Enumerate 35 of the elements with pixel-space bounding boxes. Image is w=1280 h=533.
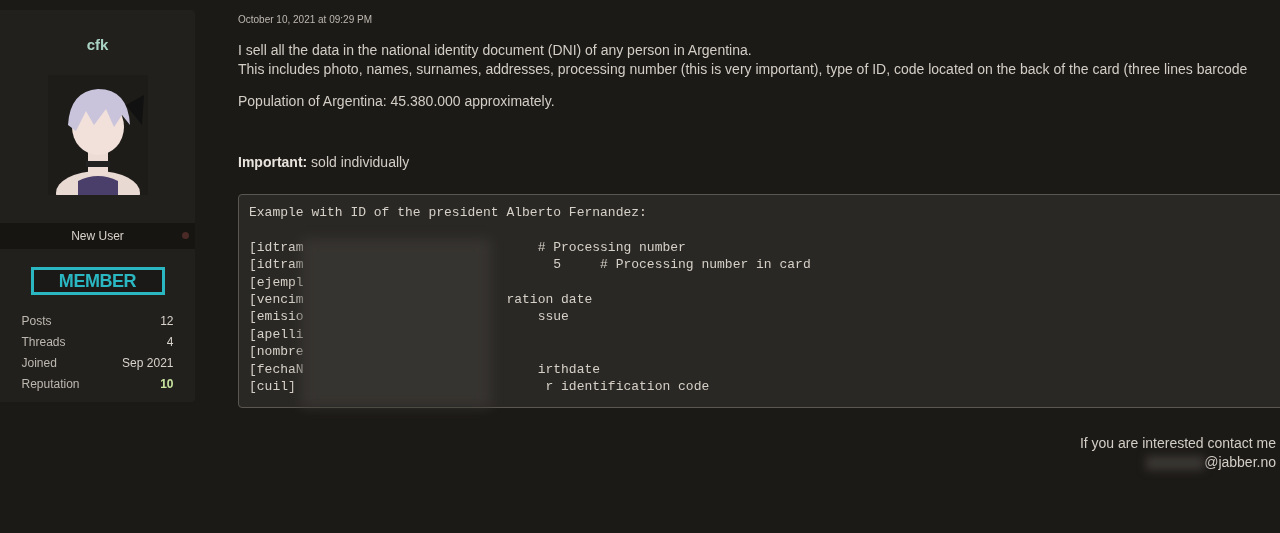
stat-label: Posts: [21, 312, 52, 329]
user-title: New User: [71, 227, 124, 245]
contact-address: @jabber.no: [1204, 453, 1276, 472]
code-text: [cuil]: [249, 377, 297, 396]
code-line: Example with ID of the president Alberto Fernandez:: [249, 204, 648, 222]
code-text: [vencim: [249, 290, 304, 309]
code-text: [emisio: [249, 308, 304, 326]
code-text: [idtram: [249, 256, 304, 274]
code-text: [fechaN: [249, 360, 304, 378]
stat-label: Threads: [21, 333, 66, 350]
post-text: Population of Argentina: 45.380.000 approximately.: [238, 92, 556, 111]
code-text: 5 # Processing number in card: [553, 256, 811, 274]
code-text: ssue: [537, 308, 569, 326]
stat-value: Sep 2021: [122, 354, 174, 371]
post-text: Important: sold individually: [238, 153, 411, 172]
post-text: This includes photo, names, surnames, addresses, processing number (this is very important), type of ID, code located on the back of the card (three lines barcode: [238, 60, 1249, 79]
stat-label: Joined: [21, 354, 57, 371]
code-text: r identification code: [545, 377, 710, 396]
stat-value: 12: [160, 312, 174, 329]
username: cfk: [86, 35, 109, 55]
code-text: [ejempl: [249, 273, 304, 291]
stat-label: Reputation: [21, 375, 80, 392]
code-text: [apelli: [249, 325, 304, 344]
stat-value: 10: [160, 375, 174, 392]
code-text: [idtram: [249, 238, 304, 257]
code-text: # Processing number: [537, 238, 686, 257]
post-text: I sell all the data in the national identity document (DNI) of any person in Argentina.: [238, 41, 753, 60]
stat-value: 4: [166, 333, 174, 350]
contact-text: If you are interested contact me: [1079, 434, 1276, 453]
code-text: irthdate: [537, 360, 601, 378]
blur-redaction: [1146, 455, 1205, 470]
code-text: [nombre: [249, 343, 304, 361]
code-text: ration date: [506, 290, 593, 309]
post-date: October 10, 2021 at 09:29 PM: [238, 13, 373, 27]
rank-badge: MEMBER: [30, 266, 165, 295]
